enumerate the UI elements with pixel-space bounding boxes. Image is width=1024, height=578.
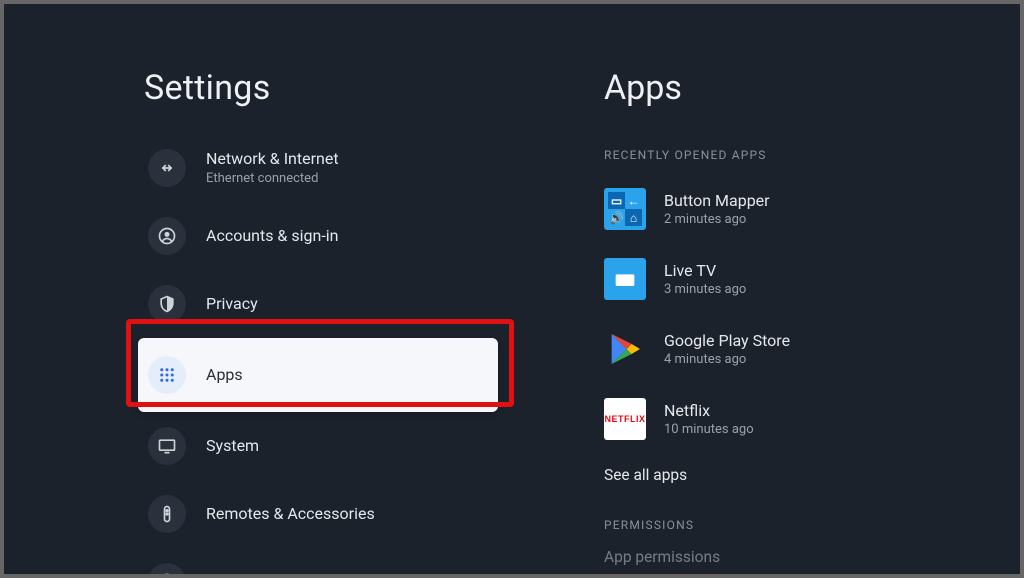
app-name: Live TV [664,261,746,280]
page-title: Settings [144,68,604,108]
app-row-button-mapper[interactable]: ▭←🔊⌂ Button Mapper 2 minutes ago [604,178,1020,240]
settings-item-remotes[interactable]: Remotes & Accessories [138,480,498,548]
see-all-apps-link[interactable]: See all apps [604,466,1020,484]
app-name: Google Play Store [664,331,790,350]
settings-item-label: Help & Feedback [206,572,326,574]
settings-item-network[interactable]: Network & Internet Ethernet connected [138,134,498,202]
app-timestamp: 2 minutes ago [664,212,770,227]
system-icon [148,427,186,465]
settings-item-label: Network & Internet [206,149,339,169]
recent-apps-list: ▭←🔊⌂ Button Mapper 2 minutes ago Live [604,178,1020,450]
settings-item-label: Privacy [206,294,258,314]
settings-item-sublabel: Ethernet connected [206,171,339,187]
netflix-icon: NETFLIX [604,398,646,440]
settings-item-help[interactable]: Help & Feedback [138,548,498,574]
app-row-google-play-store[interactable]: Google Play Store 4 minutes ago [604,318,1020,380]
settings-item-label: Apps [206,365,243,385]
app-timestamp: 10 minutes ago [664,422,754,437]
button-mapper-icon: ▭←🔊⌂ [604,188,646,230]
section-heading-recent: RECENTLY OPENED APPS [604,148,1020,162]
app-timestamp: 3 minutes ago [664,282,746,297]
settings-item-system[interactable]: System [138,412,498,480]
settings-item-apps[interactable]: Apps [138,338,498,412]
app-name: Netflix [664,401,754,420]
app-name: Button Mapper [664,191,770,210]
help-icon [148,563,186,574]
settings-item-label: Accounts & sign-in [206,226,338,246]
apps-page-title: Apps [604,68,1020,108]
network-icon [148,149,186,187]
shield-icon [148,285,186,323]
app-row-live-tv[interactable]: Live TV 3 minutes ago [604,248,1020,310]
account-icon [148,217,186,255]
settings-item-label: Remotes & Accessories [206,504,375,524]
app-permissions-link[interactable]: App permissions [604,548,1020,566]
settings-item-privacy[interactable]: Privacy [138,270,498,338]
app-timestamp: 4 minutes ago [664,352,790,367]
section-heading-permissions: PERMISSIONS [604,518,1020,532]
settings-list: Network & Internet Ethernet connected Ac… [138,134,498,574]
settings-item-label: System [206,436,259,456]
apps-grid-icon [148,356,186,394]
app-row-netflix[interactable]: NETFLIX Netflix 10 minutes ago [604,388,1020,450]
settings-item-accounts[interactable]: Accounts & sign-in [138,202,498,270]
remote-icon [148,495,186,533]
live-tv-icon [604,258,646,300]
google-play-icon [604,328,646,370]
